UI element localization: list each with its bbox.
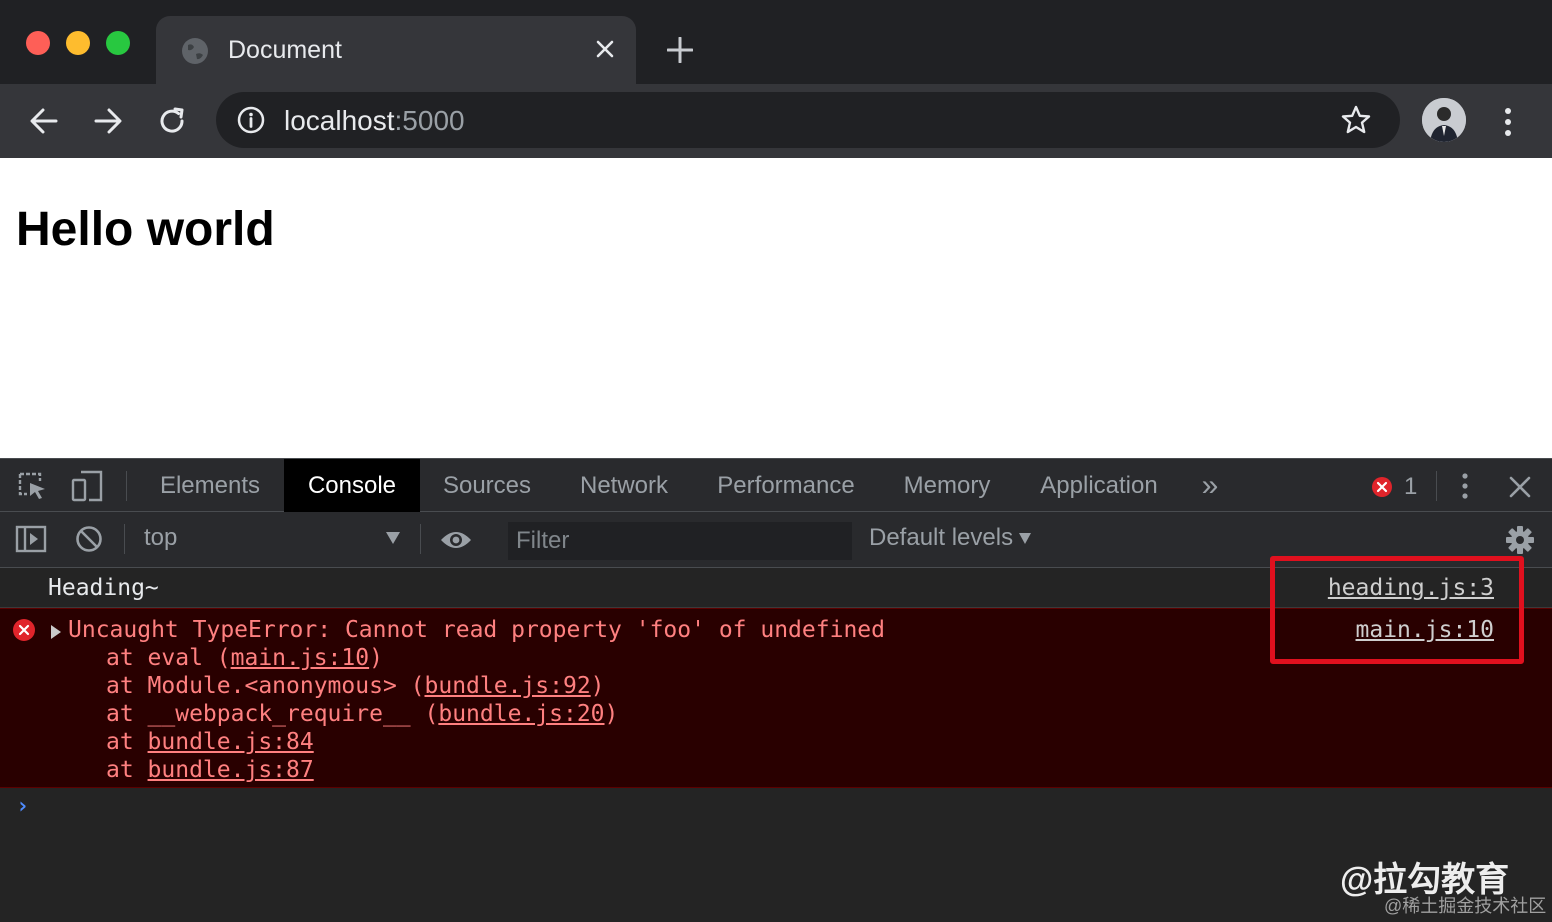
error-icon bbox=[1372, 477, 1392, 497]
console-prompt[interactable]: › bbox=[16, 794, 29, 819]
globe-icon bbox=[182, 38, 208, 64]
url-text: localhost:5000 bbox=[284, 105, 465, 136]
browser-menu-button[interactable] bbox=[1494, 104, 1522, 140]
tab-application[interactable]: Application bbox=[1022, 459, 1176, 512]
log-message: Heading~ bbox=[48, 575, 159, 601]
chevron-down-icon[interactable] bbox=[386, 532, 400, 544]
devtools-close-icon[interactable] bbox=[1506, 473, 1534, 501]
error-count: 1 bbox=[1404, 473, 1418, 500]
forward-button[interactable] bbox=[88, 101, 128, 141]
tab-title: Document bbox=[228, 36, 342, 64]
error-icon bbox=[13, 619, 35, 641]
profile-avatar[interactable] bbox=[1422, 98, 1466, 142]
console-filter-input[interactable] bbox=[508, 522, 852, 560]
tab-network[interactable]: Network bbox=[560, 459, 688, 512]
stack-frame-link[interactable]: main.js:10 bbox=[231, 645, 369, 671]
page-heading: Hello world bbox=[16, 203, 275, 256]
arrow-right-icon bbox=[94, 108, 122, 134]
browser-tabstrip: Document bbox=[0, 0, 1552, 84]
tab-sources[interactable]: Sources bbox=[424, 459, 550, 512]
stack-frame: at bundle.js:84 bbox=[106, 729, 314, 755]
browser-tab[interactable]: Document bbox=[156, 16, 636, 84]
device-toggle-icon[interactable] bbox=[70, 469, 104, 503]
tab-console[interactable]: Console bbox=[284, 459, 420, 512]
watermark-sub: @稀土掘金技术社区 bbox=[1384, 896, 1547, 916]
reload-button[interactable] bbox=[152, 101, 192, 141]
user-photo-icon bbox=[1422, 98, 1466, 142]
stack-frame-link[interactable]: bundle.js:20 bbox=[438, 701, 604, 727]
bookmark-star-icon[interactable] bbox=[1340, 104, 1372, 136]
error-counter[interactable]: 1 bbox=[1372, 473, 1417, 501]
window-maximize-button[interactable] bbox=[106, 31, 130, 55]
stack-frame: at bundle.js:87 bbox=[106, 757, 314, 783]
more-vertical-icon bbox=[1505, 108, 1511, 136]
settings-gear-icon[interactable] bbox=[1504, 524, 1536, 556]
toolbar-separator bbox=[126, 471, 127, 501]
devtools-tabbar: Elements Console Sources Network Perform… bbox=[0, 458, 1552, 512]
tab-memory[interactable]: Memory bbox=[886, 459, 1008, 512]
toolbar-separator bbox=[420, 524, 421, 554]
sidebar-toggle-icon[interactable] bbox=[14, 524, 48, 554]
page-viewport: Hello world bbox=[0, 158, 1552, 458]
new-tab-button[interactable] bbox=[662, 32, 698, 68]
clear-console-icon[interactable] bbox=[74, 524, 104, 554]
tab-close-icon[interactable] bbox=[590, 34, 620, 64]
tab-performance[interactable]: Performance bbox=[700, 459, 872, 512]
log-levels-dropdown[interactable]: Default levels bbox=[869, 524, 1032, 552]
toolbar-separator bbox=[1436, 471, 1437, 501]
toolbar-separator bbox=[124, 524, 125, 554]
live-expression-eye-icon[interactable] bbox=[438, 525, 474, 555]
reload-icon bbox=[160, 107, 184, 133]
more-tabs-button[interactable]: » bbox=[1190, 459, 1230, 512]
back-button[interactable] bbox=[24, 101, 64, 141]
error-message: Uncaught TypeError: Cannot read property… bbox=[68, 617, 885, 643]
stack-frame-link[interactable]: bundle.js:92 bbox=[425, 673, 591, 699]
address-bar[interactable]: localhost:5000 bbox=[216, 92, 1400, 148]
window-close-button[interactable] bbox=[26, 31, 50, 55]
expand-triangle-icon[interactable] bbox=[51, 625, 61, 639]
arrow-left-icon bbox=[30, 108, 58, 134]
window-minimize-button[interactable] bbox=[66, 31, 90, 55]
stack-frame: at Module.<anonymous> (bundle.js:92) bbox=[106, 673, 605, 699]
browser-toolbar: localhost:5000 bbox=[0, 84, 1552, 158]
inspect-element-icon[interactable] bbox=[16, 471, 50, 501]
annotation-highlight-box bbox=[1270, 556, 1524, 664]
tab-elements[interactable]: Elements bbox=[140, 459, 280, 512]
stack-frame-link[interactable]: bundle.js:87 bbox=[148, 757, 314, 783]
stack-frame-link[interactable]: bundle.js:84 bbox=[148, 729, 314, 755]
stack-frame: at eval (main.js:10) bbox=[106, 645, 383, 671]
devtools-panel: Elements Console Sources Network Perform… bbox=[0, 458, 1552, 922]
stack-frame: at __webpack_require__ (bundle.js:20) bbox=[106, 701, 619, 727]
devtools-menu-icon[interactable] bbox=[1454, 471, 1476, 501]
context-selector[interactable]: top bbox=[144, 524, 177, 552]
info-icon[interactable] bbox=[236, 105, 266, 135]
